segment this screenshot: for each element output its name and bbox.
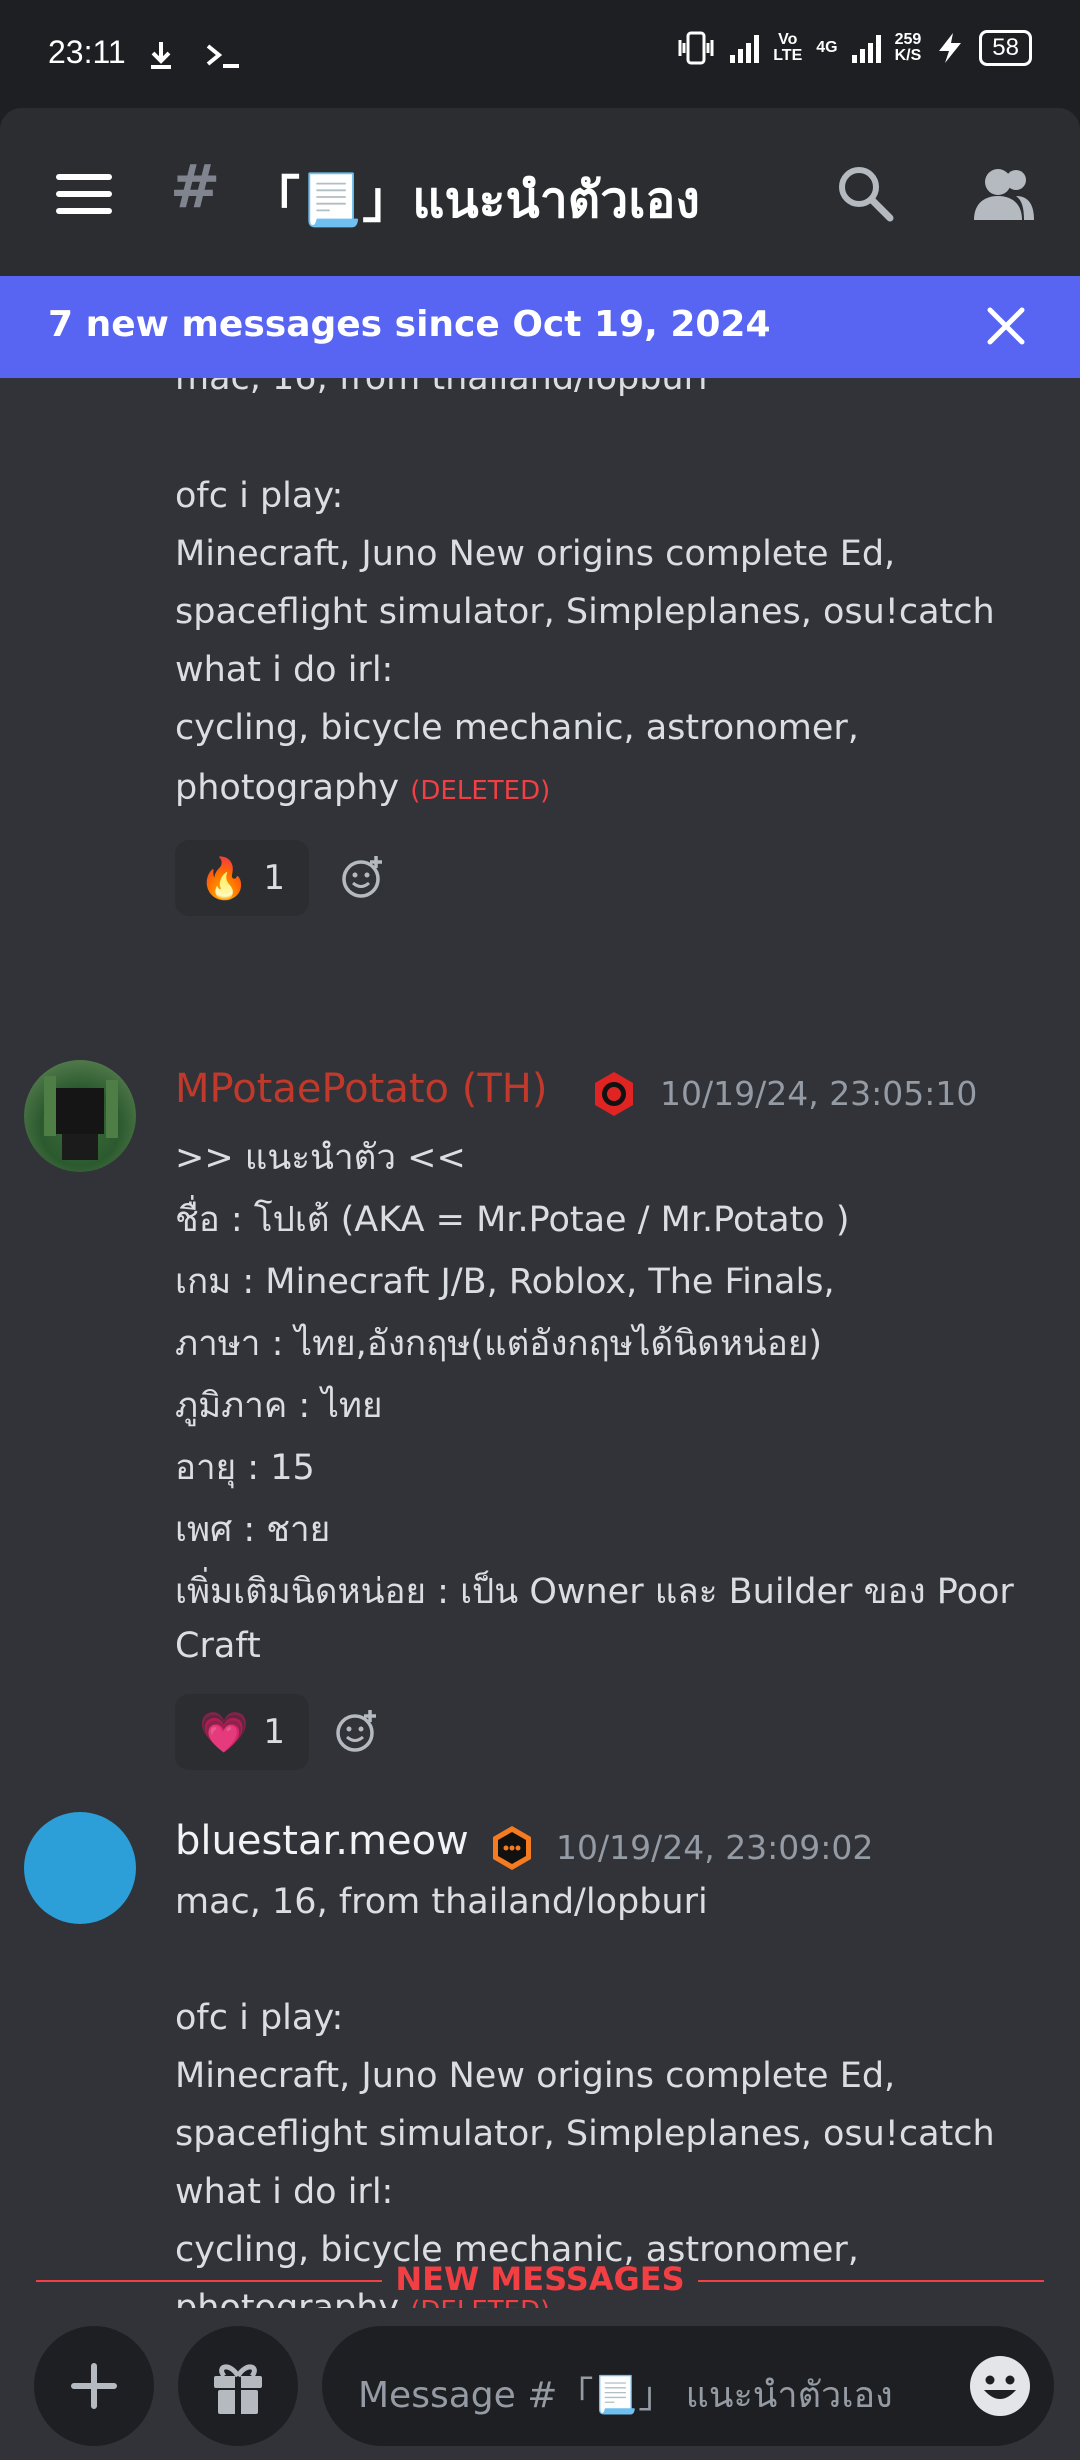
- search-icon[interactable]: [836, 164, 894, 222]
- username[interactable]: bluestar.meow: [175, 1818, 469, 1864]
- message-line: ofc i play:: [175, 1998, 344, 2038]
- channel-hash-icon: #: [170, 152, 221, 222]
- message-line: Minecraft, Juno New origins complete Ed,: [175, 534, 896, 574]
- reaction-fire[interactable]: 🔥 1: [175, 840, 309, 916]
- gift-button[interactable]: [178, 2326, 298, 2446]
- add-reaction-icon[interactable]: [340, 854, 386, 900]
- message-line: ภูมิภาค : ไทย: [175, 1386, 383, 1426]
- message-line: spaceflight simulator, Simpleplanes, osu…: [175, 592, 995, 632]
- signal-2-icon: [851, 33, 881, 63]
- message-input-placeholder: Message #「📃」 แนะนำตัวเอง: [358, 2375, 893, 2416]
- message-line: ofc i play:: [175, 476, 344, 516]
- heart-emoji: 💗: [199, 1709, 249, 1756]
- message-line: mac, 16, from thailand/lopburi: [175, 378, 708, 398]
- message-line: cycling, bicycle mechanic, astronomer,: [175, 708, 859, 748]
- message-line: what i do irl:: [175, 2172, 394, 2212]
- emoji-icon[interactable]: [968, 2354, 1032, 2418]
- channel-header: # 「📃」แนะนำตัวเอง: [0, 108, 1080, 276]
- hamburger-menu-icon[interactable]: [56, 174, 112, 214]
- message-input[interactable]: Message #「📃」 แนะนำตัวเอง: [322, 2326, 1054, 2446]
- close-icon[interactable]: [986, 306, 1026, 346]
- role-badge-icon: [595, 1072, 633, 1116]
- banner-text: 7 new messages since Oct 19, 2024: [48, 304, 771, 345]
- avatar[interactable]: [24, 1812, 136, 1924]
- status-time: 23:11: [48, 34, 126, 70]
- battery-level: 58: [979, 30, 1032, 66]
- network-speed: 259 K/S: [894, 31, 922, 64]
- message-line: เพิ่มเติมนิดหน่อย : เป็น Owner และ Build…: [175, 1572, 1014, 1612]
- divider-label: NEW MESSAGES: [395, 2260, 685, 2298]
- signal-icon: [730, 33, 760, 63]
- avatar[interactable]: [24, 1060, 136, 1172]
- status-bar: 23:11 Vo LTE 4G 259 K/S 58: [0, 0, 1080, 108]
- timestamp: 10/19/24, 23:05:10: [660, 1074, 978, 1113]
- vibrate-icon: [678, 31, 714, 65]
- message-line: ชื่อ : โปเต้ (AKA = Mr.Potae / Mr.Potato…: [175, 1200, 850, 1240]
- download-icon: [151, 42, 171, 69]
- fire-emoji: 🔥: [199, 855, 249, 902]
- message-line: mac, 16, from thailand/lopburi: [175, 1882, 708, 1922]
- new-messages-divider: NEW MESSAGES: [36, 2260, 1044, 2300]
- avatar-image: [44, 1076, 118, 1160]
- message-composer: Message #「📃」 แนะนำตัวเอง: [0, 2308, 1080, 2452]
- volte-indicator: Vo LTE: [773, 31, 803, 64]
- message-line: เพศ : ชาย: [175, 1510, 331, 1550]
- add-reaction-icon[interactable]: [334, 1708, 380, 1754]
- message-line: Minecraft, Juno New origins complete Ed,: [175, 2056, 896, 2096]
- message-line: เกม : Minecraft J/B, Roblox, The Finals,: [175, 1262, 835, 1302]
- message-line: >> แนะนำตัว <<: [175, 1138, 466, 1178]
- timestamp: 10/19/24, 23:09:02: [556, 1828, 874, 1867]
- status-left-icons: [148, 34, 245, 72]
- reaction-count: 1: [263, 858, 285, 898]
- charging-icon: [939, 33, 962, 63]
- reaction-count: 1: [263, 1712, 285, 1752]
- chat-badge-icon: [493, 1826, 531, 1870]
- gift-icon: [214, 2364, 262, 2414]
- message-line: spaceflight simulator, Simpleplanes, osu…: [175, 2114, 995, 2154]
- app-window: # 「📃」แนะนำตัวเอง 7 new messages since Oc…: [0, 108, 1080, 2460]
- message-line: อายุ : 15: [175, 1448, 315, 1488]
- attach-button[interactable]: [34, 2326, 154, 2446]
- message-line: Craft: [175, 1626, 261, 1666]
- message-line-last: photography (DELETED): [175, 768, 551, 808]
- message-list[interactable]: mac, 16, from thailand/lopburi ofc i pla…: [0, 378, 1080, 2368]
- members-icon[interactable]: [972, 164, 1036, 222]
- channel-title[interactable]: 「📃」แนะนำตัวเอง: [250, 160, 700, 240]
- username[interactable]: MPotaePotato (TH): [175, 1066, 547, 1112]
- new-messages-banner[interactable]: 7 new messages since Oct 19, 2024: [0, 276, 1080, 378]
- reaction-heart[interactable]: 💗 1: [175, 1694, 309, 1770]
- status-right: Vo LTE 4G 259 K/S 58: [676, 30, 1032, 66]
- message-line: what i do irl:: [175, 650, 394, 690]
- terminal-icon: [206, 44, 240, 68]
- net-4g-indicator: 4G: [816, 39, 838, 56]
- deleted-tag: (DELETED): [410, 776, 551, 806]
- message-line: ภาษา : ไทย,อังกฤษ(แต่อังกฤษได้นิดหน่อย): [175, 1324, 823, 1364]
- plus-icon: [71, 2363, 117, 2409]
